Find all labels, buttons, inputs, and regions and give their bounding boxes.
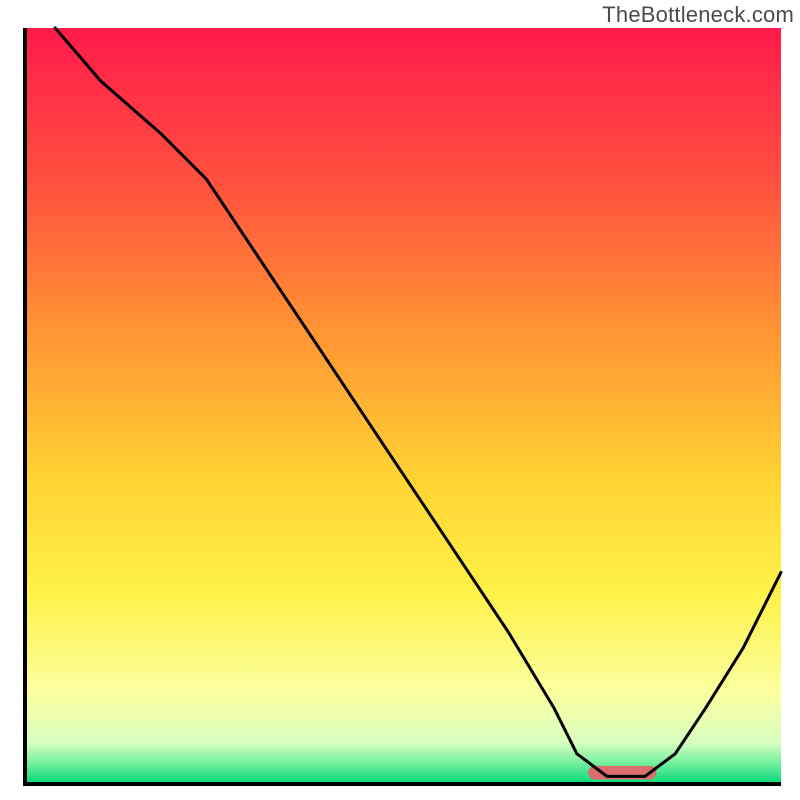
gradient-background [25, 28, 781, 784]
bottleneck-chart [0, 0, 800, 800]
chart-frame: TheBottleneck.com [0, 0, 800, 800]
